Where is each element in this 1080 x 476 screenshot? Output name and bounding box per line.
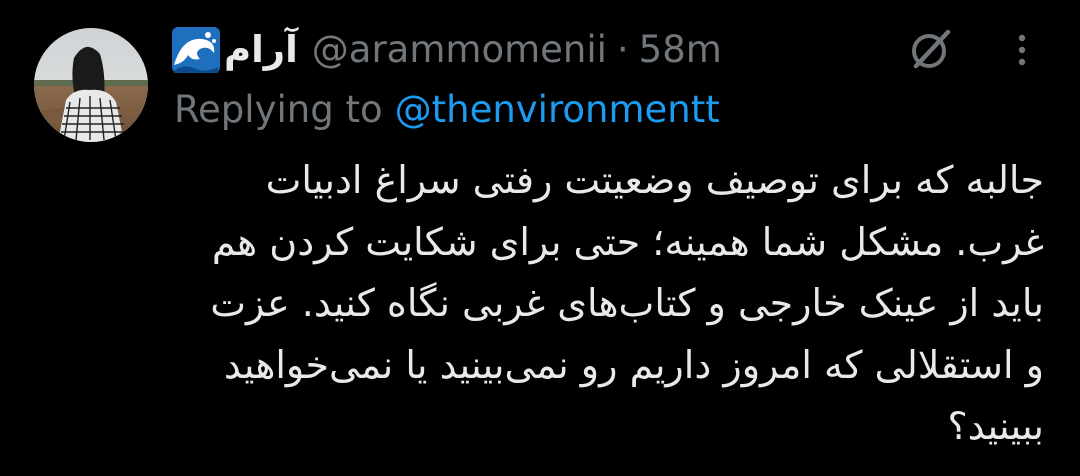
tweet[interactable]: آرام @arammomenii · 58m Replying to @then… bbox=[0, 0, 1080, 476]
tweet-text-line: غرب. مشکل شما همینه؛ حتی برای شکایت کردن… bbox=[211, 219, 1044, 264]
tweet-text-line: ببینید؟ bbox=[947, 404, 1044, 448]
avatar[interactable] bbox=[34, 28, 148, 142]
display-name[interactable]: آرام bbox=[224, 24, 298, 76]
tweet-text-line: و استقلالی که امروز داریم رو نمی‌بینید ی… bbox=[223, 342, 1044, 387]
replying-to: Replying to @thenvironmentt bbox=[174, 84, 720, 136]
wave-emoji-icon bbox=[172, 27, 220, 73]
grok-slash-icon[interactable] bbox=[908, 26, 954, 72]
replying-to-label: Replying to bbox=[174, 88, 383, 131]
more-vertical-icon[interactable] bbox=[1010, 30, 1034, 70]
tweet-header: آرام @arammomenii · 58m bbox=[172, 24, 722, 76]
timestamp[interactable]: 58m bbox=[639, 24, 722, 76]
author-handle[interactable]: @arammomenii bbox=[312, 24, 607, 76]
tweet-text-line: جالبه که برای توصیف وضعیتت رفتی سراغ ادب… bbox=[265, 158, 1044, 202]
reply-handle-link[interactable]: @thenvironmentt bbox=[395, 88, 720, 131]
tweet-text: جالبه که برای توصیف وضعیتت رفتی سراغ ادب… bbox=[184, 150, 1044, 458]
separator-dot: · bbox=[616, 28, 629, 71]
tweet-text-line: باید از عینک خارجی و کتاب‌های غربی نگاه … bbox=[210, 281, 1044, 325]
